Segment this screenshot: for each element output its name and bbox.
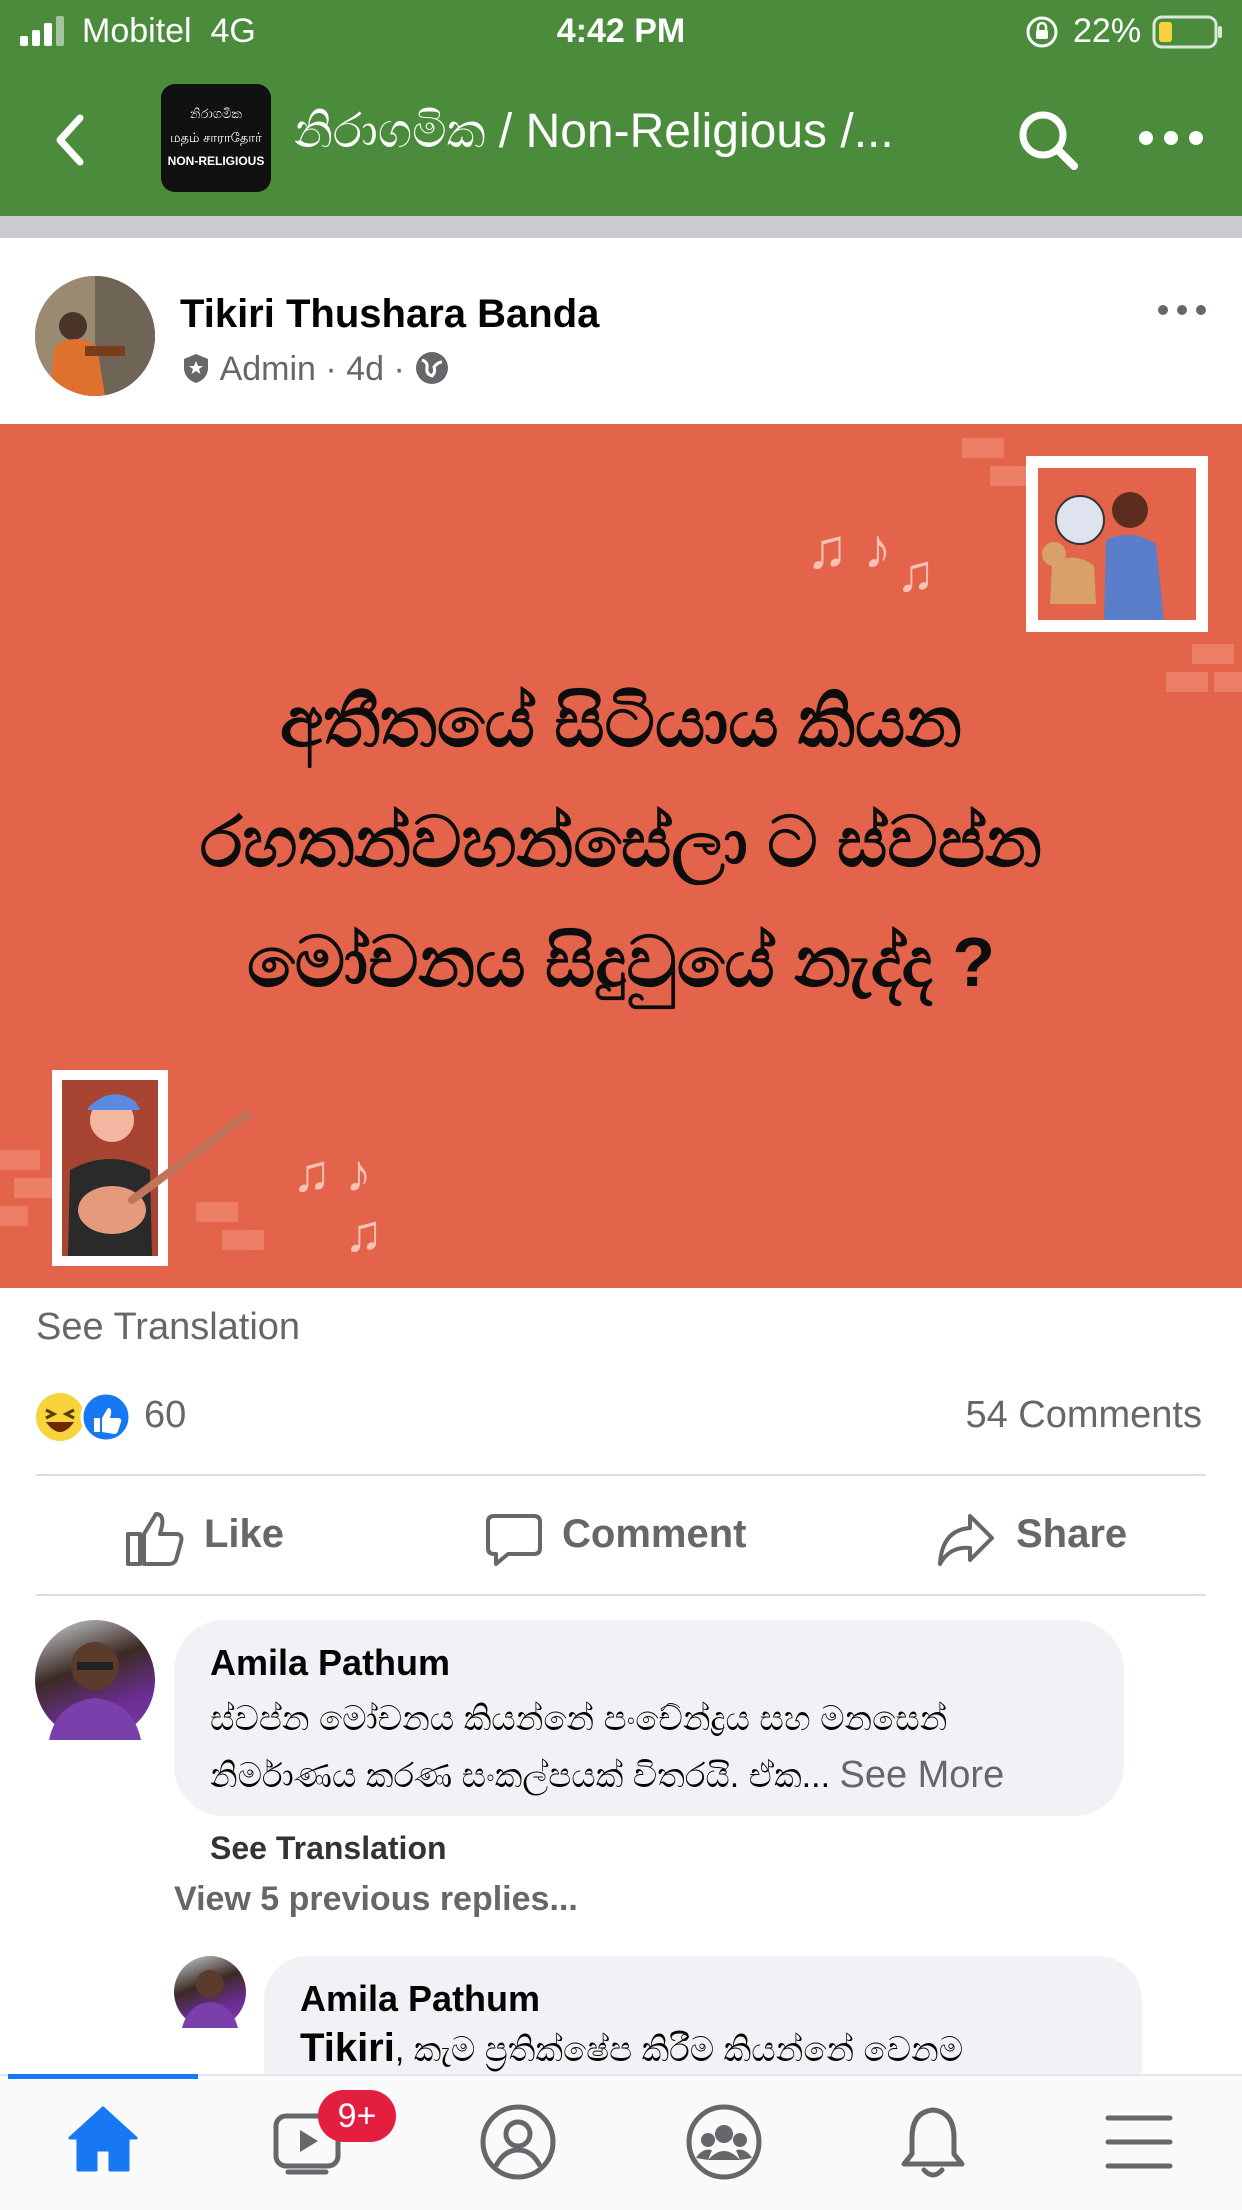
- header-bar: Mobitel 4G 4:42 PM 22% නිරාගමික மதம் சார…: [0, 0, 1242, 216]
- comment-icon: [486, 1514, 542, 1566]
- share-icon: [938, 1514, 994, 1566]
- woman-dog-illustration: [1026, 456, 1208, 632]
- post-age[interactable]: 4d: [346, 350, 384, 388]
- notification-badge: 9+: [318, 2090, 396, 2142]
- admin-badge-icon: [184, 354, 208, 383]
- comment-button[interactable]: Comment: [484, 1500, 784, 1576]
- music-note-icon: ♫: [896, 545, 935, 603]
- commenter-avatar[interactable]: [35, 1620, 155, 1740]
- see-more-link[interactable]: See More: [839, 1754, 1004, 1796]
- comment-text: නිර්මාණය කරණ සංකල්පයක් විතරයි. ඒක... See…: [210, 1754, 1005, 1796]
- banner-text-line: රහතන්වහන්සේලා ට ස්වප්න: [200, 803, 1042, 881]
- role-label: Admin: [219, 350, 316, 388]
- mention-tag[interactable]: Tikiri: [300, 2026, 395, 2070]
- view-previous-replies-link[interactable]: View 5 previous replies...: [174, 1880, 578, 1919]
- share-label: Share: [1016, 1512, 1128, 1556]
- comment-count[interactable]: 54 Comments: [965, 1394, 1202, 1437]
- battery-percent: 22%: [1073, 12, 1142, 50]
- group-title[interactable]: නිරාගමික / Non-Religious /...: [294, 104, 894, 160]
- like-icon: [126, 1512, 184, 1566]
- reaction-count[interactable]: 60: [144, 1394, 186, 1437]
- section-divider: [0, 216, 1242, 238]
- divider: [36, 1474, 1206, 1476]
- comment-text: ස්වප්න මෝචනය කියන්නේ පංචේන්ද්‍රය සහ මනසෙ…: [210, 1700, 948, 1738]
- reaction-icons[interactable]: [34, 1390, 134, 1444]
- group-logo[interactable]: නිරාගමික மதம் சாராதோர் NON-RELIGIOUS: [161, 84, 271, 192]
- share-button[interactable]: Share: [936, 1500, 1176, 1576]
- more-options-icon[interactable]: [1136, 124, 1208, 152]
- post-banner[interactable]: ♫ ♪ ♫ ♫ ♪ ♫ අතීතයේ සිටියාය කියන රහතන්වහන…: [0, 424, 1242, 1288]
- music-notes-icon: ♫ ♪: [806, 517, 892, 580]
- like-label: Like: [204, 1512, 285, 1556]
- home-tab-icon[interactable]: [66, 2104, 140, 2174]
- guitarist-illustration: [52, 1070, 252, 1266]
- banner-text-line: මෝචනය සිදුවුයේ නැද්ද ?: [247, 923, 995, 1001]
- back-icon[interactable]: [50, 112, 90, 168]
- post-options-icon[interactable]: [1156, 300, 1208, 320]
- comment-label: Comment: [562, 1512, 747, 1556]
- music-notes-icon: ♫ ♪: [292, 1145, 372, 1203]
- post-meta: Admin · 4d ·: [180, 350, 450, 389]
- active-tab-indicator: [8, 2074, 198, 2079]
- reply-author-name[interactable]: Amila Pathum: [300, 1978, 540, 2020]
- groups-tab-icon[interactable]: [684, 2102, 764, 2182]
- commenter-name[interactable]: Amila Pathum: [210, 1642, 450, 1684]
- reply-text: Tikiri, කැම ප්‍රතික්ෂේප කිරීම කියන්නේ වෙ…: [300, 2026, 964, 2070]
- notifications-tab-icon[interactable]: [896, 2102, 970, 2182]
- music-note-icon: ♫: [344, 1205, 383, 1263]
- search-icon[interactable]: [1016, 108, 1080, 172]
- bottom-tab-bar: [0, 2074, 1242, 2210]
- globe-icon: [416, 352, 449, 384]
- profile-tab-icon[interactable]: [478, 2102, 558, 2182]
- menu-tab-icon[interactable]: [1104, 2112, 1174, 2172]
- reply-avatar[interactable]: [174, 1956, 246, 2028]
- author-name[interactable]: Tikiri Thushara Banda: [180, 292, 599, 337]
- comment-see-translation-link[interactable]: See Translation: [210, 1830, 447, 1867]
- banner-text-line: අතීතයේ සිටියාය කියන: [279, 683, 963, 761]
- orientation-lock-icon: [1026, 16, 1058, 48]
- divider: [36, 1594, 1206, 1596]
- comment-bubble[interactable]: Amila Pathum ස්වප්න මෝචනය කියන්නේ පංචේන්…: [174, 1620, 1124, 1816]
- like-button[interactable]: Like: [124, 1500, 344, 1576]
- see-translation-link[interactable]: See Translation: [36, 1306, 300, 1349]
- author-avatar[interactable]: [35, 276, 155, 396]
- battery-icon: [1152, 15, 1222, 49]
